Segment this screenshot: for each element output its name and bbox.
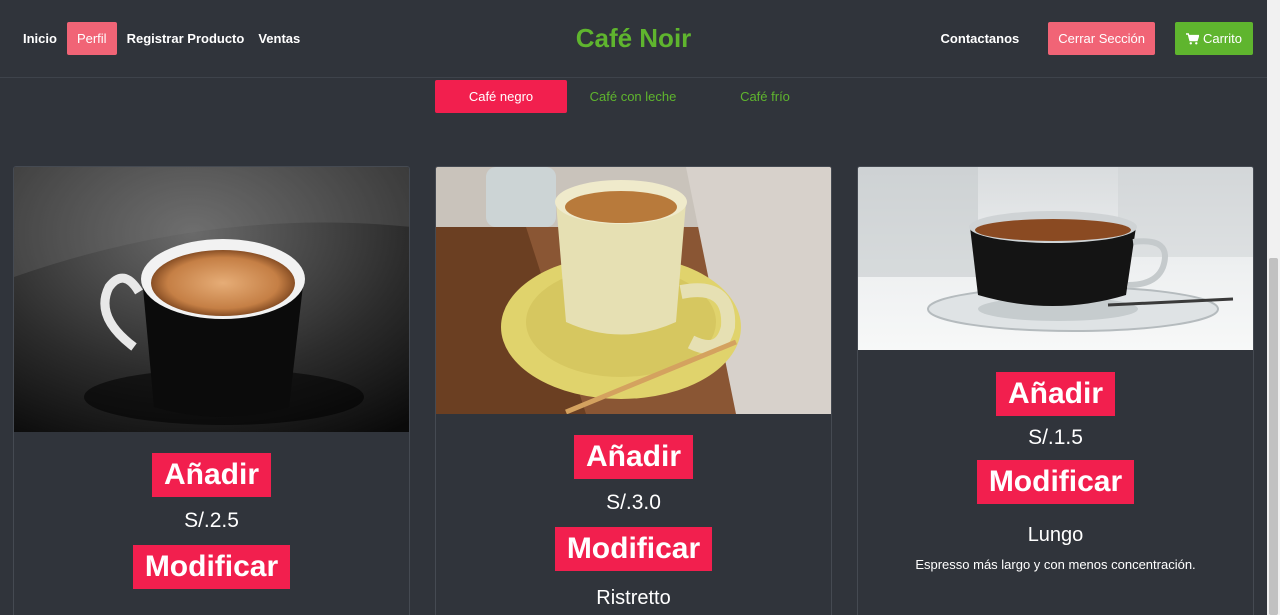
navbar: Inicio Perfil Registrar Producto Ventas … bbox=[0, 0, 1267, 78]
nav-right: Contactanos Cerrar Sección Carrito bbox=[941, 22, 1253, 55]
logout-button[interactable]: Cerrar Sección bbox=[1048, 22, 1155, 55]
product-image bbox=[14, 167, 409, 432]
product-card-body: Añadir S/.2.5 Modificar bbox=[14, 432, 409, 589]
nav-link-registrar-producto[interactable]: Registrar Producto bbox=[120, 22, 252, 55]
product-price: S/.1.5 bbox=[1028, 426, 1083, 449]
product-card: Añadir S/.3.0 Modificar Ristretto bbox=[435, 166, 832, 615]
tab-cafe-con-leche[interactable]: Café con leche bbox=[567, 80, 699, 113]
tab-cafe-negro[interactable]: Café negro bbox=[435, 80, 567, 113]
add-button[interactable]: Añadir bbox=[573, 435, 693, 479]
product-card: Añadir S/.2.5 Modificar bbox=[13, 166, 410, 615]
category-tabs: Café negro Café con leche Café frío bbox=[435, 80, 831, 113]
edit-button[interactable]: Modificar bbox=[132, 545, 291, 589]
nav-link-perfil[interactable]: Perfil bbox=[66, 22, 117, 55]
nav-link-ventas[interactable]: Ventas bbox=[251, 22, 307, 55]
product-image bbox=[436, 167, 831, 414]
add-button[interactable]: Añadir bbox=[151, 453, 271, 497]
cart-icon bbox=[1185, 32, 1199, 44]
product-card-body: Añadir S/.3.0 Modificar Ristretto bbox=[436, 414, 831, 610]
product-card-body: Añadir S/.1.5 Modificar Lungo Espresso m… bbox=[858, 350, 1253, 572]
tab-cafe-frio[interactable]: Café frío bbox=[699, 80, 831, 113]
page-scrollbar[interactable] bbox=[1267, 0, 1280, 615]
product-name: Ristretto bbox=[596, 587, 671, 609]
brand-title[interactable]: Café Noir bbox=[576, 23, 692, 53]
product-image bbox=[858, 167, 1253, 350]
product-price: S/.2.5 bbox=[184, 509, 239, 532]
nav-link-inicio[interactable]: Inicio bbox=[16, 22, 64, 55]
edit-button[interactable]: Modificar bbox=[976, 460, 1135, 504]
add-button[interactable]: Añadir bbox=[995, 372, 1115, 416]
cart-button[interactable]: Carrito bbox=[1174, 22, 1253, 55]
product-price: S/.3.0 bbox=[606, 491, 661, 514]
cart-label: Carrito bbox=[1202, 31, 1242, 46]
product-name: Lungo bbox=[1027, 524, 1084, 546]
scrollbar-thumb[interactable] bbox=[1269, 258, 1278, 615]
edit-button[interactable]: Modificar bbox=[554, 527, 713, 571]
product-card: Añadir S/.1.5 Modificar Lungo Espresso m… bbox=[857, 166, 1254, 615]
product-description: Espresso más largo y con menos concentra… bbox=[915, 557, 1196, 572]
nav-left: Inicio Perfil Registrar Producto Ventas bbox=[16, 22, 307, 55]
nav-link-contactanos[interactable]: Contactanos bbox=[941, 31, 1020, 46]
